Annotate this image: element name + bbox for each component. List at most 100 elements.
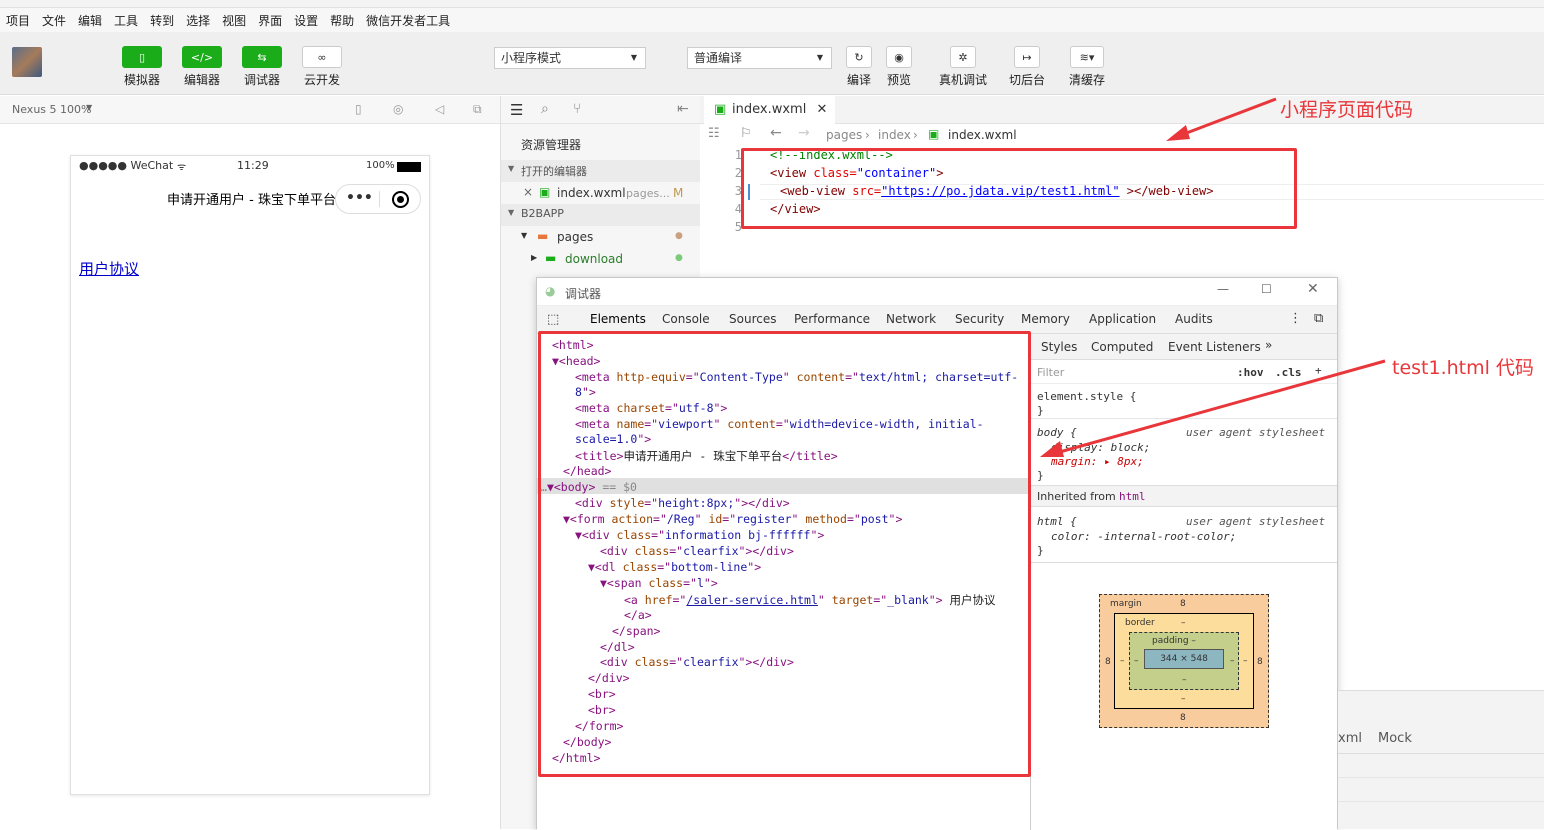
user-agreement-link[interactable]: 用户协议 (79, 258, 139, 279)
folder-icon: ▬ (545, 251, 557, 265)
status-dot: ● (675, 253, 683, 263)
minimize-icon[interactable]: — (1217, 282, 1229, 296)
more-icon[interactable]: ••• (346, 190, 373, 206)
annotation-label: 小程序页面代码 (1280, 99, 1414, 121)
mode-select[interactable]: 小程序模式 ▼ (494, 47, 646, 69)
tab-event-listeners[interactable]: Event Listeners (1168, 340, 1261, 354)
tab-memory[interactable]: Memory (1021, 312, 1070, 326)
cloud-button[interactable]: ∞ 云开发 (302, 46, 342, 88)
branch-icon[interactable]: ⑂ (573, 101, 581, 117)
list-icon[interactable]: ☰ (510, 101, 523, 119)
tab-sources[interactable]: Sources (729, 312, 776, 326)
device-select[interactable]: Nexus 5 100% (12, 103, 91, 116)
tab-mock[interactable]: Mock (1378, 731, 1412, 746)
dock-icon[interactable]: ⧉ (1314, 311, 1323, 326)
box-model-content: 344 × 548 (1144, 649, 1224, 669)
inspect-icon[interactable]: ⬚ (547, 312, 559, 327)
compile-mode-select[interactable]: 普通编译 ▼ (687, 47, 832, 69)
preview-button[interactable]: ◉ 预览 (879, 46, 919, 88)
close-icon[interactable]: ✕ (1307, 281, 1319, 297)
background-button[interactable]: ↦ 切后台 (1007, 46, 1047, 88)
eye-icon: ◉ (886, 46, 912, 68)
menu-item[interactable]: 转到 (150, 12, 174, 29)
menu-item[interactable]: 界面 (258, 12, 282, 29)
maximize-icon[interactable]: ☐ (1261, 282, 1272, 296)
menu-item[interactable]: 工具 (114, 12, 138, 29)
collapse-icon[interactable]: ⇤ (677, 101, 689, 117)
avatar[interactable] (12, 47, 42, 77)
annotation-label: test1.html 代码 (1392, 357, 1534, 379)
phone-icon[interactable]: ▯ (355, 102, 362, 116)
capsule-menu[interactable]: ••• (335, 184, 421, 214)
open-file-item[interactable]: × ▣ index.wxml pages... M (501, 182, 700, 204)
menu-item[interactable]: 编辑 (78, 12, 102, 29)
debugger-button[interactable]: ⇆ 调试器 (242, 46, 282, 88)
chevron-right-icon[interactable]: » (1265, 338, 1272, 352)
project-section[interactable]: ▼ B2BAPP (501, 204, 700, 226)
back-icon[interactable]: ← (770, 125, 782, 141)
arrow-icon (1166, 97, 1277, 141)
file-icon: ▣ (539, 185, 551, 199)
clear-cache-button[interactable]: ≋▾ 清缓存 (1067, 46, 1107, 88)
real-debug-button[interactable]: ✲ 真机调试 (939, 46, 987, 88)
layers-icon: ≋▾ (1070, 46, 1104, 68)
chevron-right-icon: ▶ (531, 253, 538, 262)
forward-icon[interactable]: → (798, 125, 810, 141)
record-icon[interactable]: ◎ (393, 102, 403, 116)
simulator-button[interactable]: ▯ 模拟器 (122, 46, 162, 88)
highlight-box (538, 331, 1031, 777)
menu-item[interactable]: 选择 (186, 12, 210, 29)
status-dot: ● (675, 231, 683, 241)
explorer-toolbar: ☰ ⌕ ⑂ ⇤ (501, 96, 700, 124)
lower-panel: xml Mock (1338, 690, 1544, 829)
explorer-title: 资源管理器 (521, 138, 582, 152)
tab-network[interactable]: Network (886, 312, 936, 326)
menu-item[interactable]: 微信开发者工具 (366, 12, 450, 29)
chevron-down-icon: ▼ (816, 53, 823, 62)
menu-item[interactable]: 帮助 (330, 12, 354, 29)
folder-pages[interactable]: ▼ ▬ pages ● (501, 226, 700, 248)
phone-screen: ●●●●● WeChat ᯤ 11:29 100% 申请开通用户 - 珠宝下单平… (70, 155, 430, 795)
file-icon: ▣ (928, 127, 940, 141)
menu-bar: 项目 文件 编辑 工具 转到 选择 视图 界面 设置 帮助 微信开发者工具 (0, 8, 1544, 32)
tab-styles[interactable]: Styles (1041, 340, 1077, 354)
tab-security[interactable]: Security (955, 312, 1004, 326)
folder-icon: ▬ (537, 229, 549, 243)
debug-icon: ⇆ (242, 46, 282, 68)
tab-index-wxml[interactable]: ▣ index.wxml ✕ (704, 96, 836, 124)
search-icon[interactable]: ⌕ (541, 101, 549, 117)
highlight-box (741, 148, 1297, 229)
breadcrumb: ☷ ⚐ ← → pages › index › ▣ index.wxml (700, 124, 1544, 146)
editor-button[interactable]: </> 编辑器 (182, 46, 222, 88)
menu-item[interactable]: 视图 (222, 12, 246, 29)
page-title: 申请开通用户 - 珠宝下单平台 (167, 193, 336, 208)
tab-elements[interactable]: Elements (590, 312, 646, 326)
bookmark-icon[interactable]: ⚐ (740, 126, 752, 141)
close-icon[interactable]: × (523, 185, 533, 199)
tab-xml[interactable]: xml (1338, 731, 1362, 746)
menu-item[interactable]: 项目 (6, 12, 30, 29)
speaker-icon[interactable]: ◁ (435, 102, 444, 116)
folder-download[interactable]: ▶ ▬ download ● (501, 248, 700, 270)
tab-application[interactable]: Application (1089, 312, 1156, 326)
open-editors-section[interactable]: ▼ 打开的编辑器 (501, 160, 700, 182)
cloud-icon: ∞ (302, 46, 342, 68)
menu-item[interactable]: 文件 (42, 12, 66, 29)
refresh-icon: ↻ (846, 46, 872, 68)
more-vert-icon[interactable]: ⋮ (1289, 311, 1302, 326)
inherited-header: Inherited from html (1031, 485, 1337, 507)
devtools-tabs: ⬚ Elements Console Sources Performance N… (537, 306, 1337, 334)
window-icon[interactable]: ⧉ (473, 102, 482, 117)
arrow-icon (1040, 359, 1386, 457)
chevron-down-icon: ▼ (521, 231, 528, 240)
tab-performance[interactable]: Performance (794, 312, 870, 326)
list-icon[interactable]: ☷ (708, 126, 720, 141)
close-icon[interactable]: ✕ (816, 102, 827, 117)
clock: 11:29 (237, 159, 269, 172)
menu-item[interactable]: 设置 (294, 12, 318, 29)
tab-audits[interactable]: Audits (1175, 312, 1213, 326)
close-mini-icon[interactable] (392, 191, 409, 208)
chevron-down-icon[interactable]: ▼ (86, 103, 92, 112)
tab-computed[interactable]: Computed (1091, 340, 1153, 354)
tab-console[interactable]: Console (662, 312, 710, 326)
